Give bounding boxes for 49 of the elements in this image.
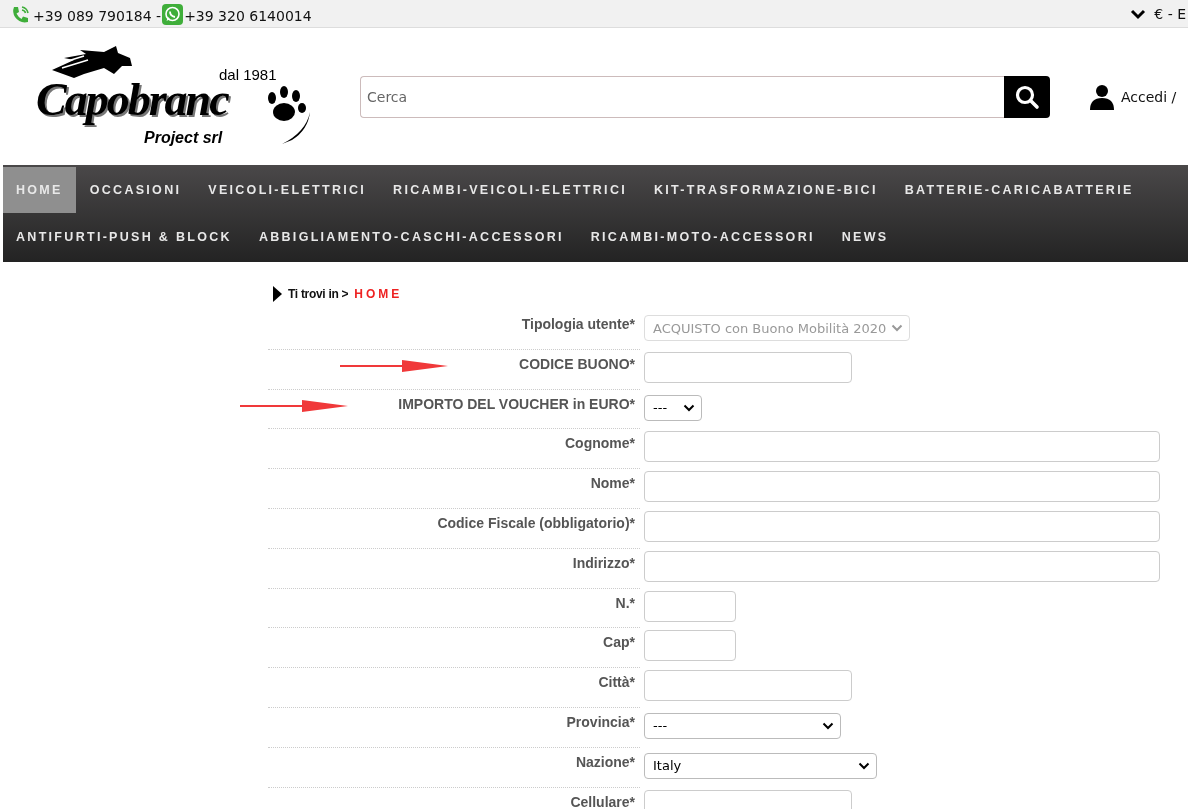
chevron-down-icon — [683, 403, 695, 412]
field-label: Codice Fiscale (obbligatorio)* — [268, 509, 640, 549]
phone-number: +39 089 790184 - — [33, 6, 162, 25]
search-field[interactable]: Cerca — [360, 75, 1004, 118]
menu-item[interactable]: OCCASIONI — [76, 167, 195, 213]
input-field[interactable] — [644, 590, 736, 622]
field-label: Indirizzo* — [268, 548, 640, 589]
currency-selector[interactable]: € - E — [1154, 4, 1186, 23]
input-field[interactable] — [644, 351, 852, 383]
menu-item[interactable]: KIT-TRASFORMAZIONE-BICI — [641, 167, 891, 213]
field-label: N.* — [268, 588, 640, 629]
triangle-icon — [272, 286, 282, 302]
input-field[interactable] — [644, 630, 736, 662]
field-label: Provincia* — [268, 707, 640, 748]
input-field[interactable] — [644, 550, 1160, 582]
chevron-down-icon — [822, 721, 834, 730]
menu-item[interactable]: RICAMBI-MOTO-ACCESSORI — [577, 213, 828, 260]
chevron-down-icon — [858, 761, 870, 770]
dropdown[interactable]: Italy — [644, 752, 877, 779]
whatsapp-number: +39 320 6140014 — [184, 6, 312, 25]
menu-item[interactable]: NEWS — [828, 213, 902, 260]
search-button[interactable] — [1004, 75, 1050, 118]
menu-item[interactable]: RICAMBI-VEICOLI-ELETTRICI — [380, 167, 640, 213]
field-label: Nome* — [268, 469, 640, 509]
dropdown[interactable]: --- — [644, 394, 702, 421]
menu-item[interactable]: BATTERIE-CARICABATTERIE — [891, 167, 1147, 213]
menu-item[interactable]: ABBIGLIAMENTO-CASCHI-ACCESSORI — [245, 213, 577, 260]
menu-item[interactable]: VEICOLI-ELETTRICI — [195, 167, 380, 213]
input-field[interactable] — [644, 431, 1160, 463]
login-link[interactable]: Accedi / — [1121, 88, 1177, 105]
field-label: Cognome* — [268, 429, 640, 470]
chevron-down-icon — [1130, 7, 1147, 20]
field-label: Nazione* — [268, 747, 640, 788]
field-label: Tipologia utente* — [268, 310, 640, 350]
dropdown[interactable]: --- — [644, 712, 841, 739]
chevron-down-icon — [891, 324, 903, 332]
menu-item[interactable]: ANTIFURTI-PUSH & BLOCK — [3, 213, 245, 260]
phone-icon — [10, 4, 32, 25]
whatsapp-icon — [162, 3, 184, 25]
input-field[interactable] — [644, 511, 1160, 542]
search-icon — [1014, 83, 1040, 110]
breadcrumb-label: Ti trovi in > — [288, 287, 349, 301]
input-field[interactable] — [644, 670, 852, 702]
field-label: Cap* — [268, 628, 640, 669]
breadcrumb-link[interactable]: HOME — [354, 287, 403, 301]
field-label: Cellulare* — [268, 787, 640, 809]
field-label: Città* — [268, 668, 640, 708]
user-icon — [1089, 83, 1115, 110]
input-field[interactable] — [644, 471, 1160, 503]
